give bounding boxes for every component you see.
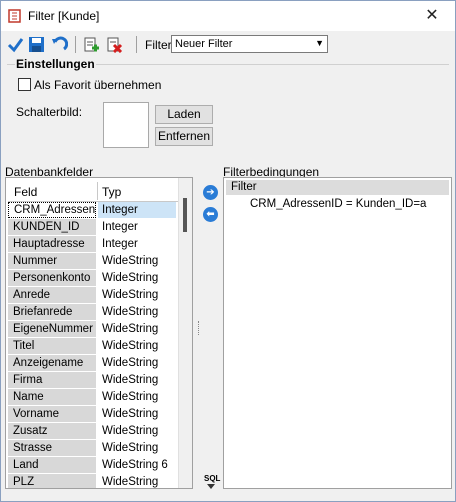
table-row[interactable]: Strasse WideString (8, 440, 178, 457)
field-type-cell[interactable]: WideString (98, 423, 176, 439)
load-button[interactable]: Laden (155, 105, 213, 124)
tree-condition-node[interactable]: CRM_AdressenID = Kunden_ID=a (250, 198, 426, 210)
scrollbar-thumb[interactable] (183, 198, 187, 232)
table-row[interactable]: CRM_AdressenIDInteger (8, 202, 178, 219)
title-bar: Filter [Kunde] ✕ (1, 1, 455, 31)
column-divider[interactable] (97, 182, 98, 200)
fields-grid[interactable]: Feld Typ CRM_AdressenIDIntegerKUNDEN_IDI… (5, 177, 193, 489)
field-name-cell[interactable]: EigeneNummer (8, 321, 96, 337)
close-button[interactable]: ✕ (409, 1, 455, 31)
table-row[interactable]: Nummer WideString (8, 253, 178, 270)
field-name-cell[interactable]: Briefanrede (8, 304, 96, 320)
table-row[interactable]: Personenkonto WideString (8, 270, 178, 287)
chevron-down-icon: ▼ (315, 38, 324, 48)
table-row[interactable]: Briefanrede WideString (8, 304, 178, 321)
field-name-cell[interactable]: KUNDEN_ID (8, 219, 96, 235)
table-row[interactable]: KUNDEN_ID Integer (8, 219, 178, 236)
add-condition-icon[interactable]: ➔ (203, 185, 218, 200)
button-image-label: Schalterbild: (16, 105, 83, 119)
filter-select-value: Neuer Filter (175, 38, 233, 50)
remove-condition-icon[interactable]: ⬅ (203, 207, 218, 222)
button-image-preview (103, 102, 149, 148)
field-name-cell[interactable]: Nummer (8, 253, 96, 269)
table-row[interactable]: Hauptadresse Integer (8, 236, 178, 253)
field-type-cell[interactable]: Integer (98, 236, 176, 252)
new-filter-icon[interactable] (83, 36, 100, 53)
field-name-cell[interactable]: Land (8, 457, 96, 473)
field-type-cell[interactable]: WideString 6 (98, 457, 176, 473)
filter-select[interactable]: Neuer Filter ▼ (171, 35, 328, 53)
filter-label: Filter (145, 38, 172, 52)
field-type-cell[interactable]: Integer (98, 202, 176, 218)
field-name-cell[interactable]: Name (8, 389, 96, 405)
table-row[interactable]: Vorname WideString (8, 406, 178, 423)
undo-icon[interactable] (51, 36, 68, 53)
field-type-cell[interactable]: WideString (98, 287, 176, 303)
filter-app-icon (8, 9, 21, 23)
field-name-cell[interactable]: Zusatz (8, 423, 96, 439)
table-row[interactable]: Name WideString (8, 389, 178, 406)
field-type-cell[interactable]: WideString (98, 355, 176, 371)
table-row[interactable]: EigeneNummer WideString (8, 321, 178, 338)
save-icon[interactable] (28, 36, 45, 53)
table-row[interactable]: Zusatz WideString (8, 423, 178, 440)
toolbar-separator (75, 36, 76, 53)
table-row[interactable]: Firma WideString (8, 372, 178, 389)
field-name-cell[interactable]: Personenkonto (8, 270, 96, 286)
grid-header: Feld Typ (8, 180, 178, 202)
table-row[interactable]: PLZ WideString (8, 474, 178, 488)
check-icon[interactable] (7, 36, 24, 53)
field-name-cell[interactable]: Anrede (8, 287, 96, 303)
toolbar-separator (136, 36, 137, 53)
column-header-field[interactable]: Feld (14, 185, 37, 199)
favorite-label[interactable]: Als Favorit übernehmen (34, 78, 161, 92)
field-type-cell[interactable]: WideString (98, 474, 176, 488)
field-type-cell[interactable]: WideString (98, 270, 176, 286)
field-type-cell[interactable]: WideString (98, 321, 176, 337)
column-header-type[interactable]: Typ (102, 185, 121, 199)
table-row[interactable]: Land WideString 6 (8, 457, 178, 474)
sql-label[interactable]: SQL (204, 474, 220, 483)
remove-button[interactable]: Entfernen (155, 127, 213, 146)
favorite-checkbox[interactable] (18, 78, 31, 91)
table-row[interactable]: Titel WideString (8, 338, 178, 355)
field-name-cell[interactable]: PLZ (8, 474, 96, 488)
grid-rows: CRM_AdressenIDIntegerKUNDEN_IDIntegerHau… (8, 202, 178, 488)
panel-splitter[interactable] (198, 321, 200, 335)
table-row[interactable]: Anrede WideString (8, 287, 178, 304)
vertical-scrollbar[interactable] (178, 178, 192, 488)
field-name-cell[interactable]: Strasse (8, 440, 96, 456)
field-type-cell[interactable]: WideString (98, 406, 176, 422)
sql-dropdown-icon[interactable] (207, 484, 215, 489)
field-type-cell[interactable]: WideString (98, 304, 176, 320)
field-name-cell[interactable]: Vorname (8, 406, 96, 422)
field-name-cell[interactable]: Anzeigename (8, 355, 96, 371)
field-type-cell[interactable]: Integer (98, 219, 176, 235)
tree-root-node[interactable]: Filter (226, 180, 449, 195)
window-title: Filter [Kunde] (28, 9, 100, 23)
field-type-cell[interactable]: WideString (98, 389, 176, 405)
settings-group-title: Einstellungen (15, 57, 96, 71)
field-name-cell[interactable]: CRM_AdressenID (8, 202, 96, 218)
field-name-cell[interactable]: Firma (8, 372, 96, 388)
filter-window: Filter [Kunde] ✕ Filter Neuer Filter ▼ E… (0, 0, 456, 502)
conditions-tree[interactable]: Filter CRM_AdressenID = Kunden_ID=a (223, 177, 452, 489)
field-type-cell[interactable]: WideString (98, 440, 176, 456)
table-row[interactable]: Anzeigename WideString (8, 355, 178, 372)
field-name-cell[interactable]: Hauptadresse (8, 236, 96, 252)
field-name-cell[interactable]: Titel (8, 338, 96, 354)
field-type-cell[interactable]: WideString (98, 338, 176, 354)
field-type-cell[interactable]: WideString (98, 253, 176, 269)
delete-filter-icon[interactable] (106, 36, 123, 53)
field-type-cell[interactable]: WideString (98, 372, 176, 388)
